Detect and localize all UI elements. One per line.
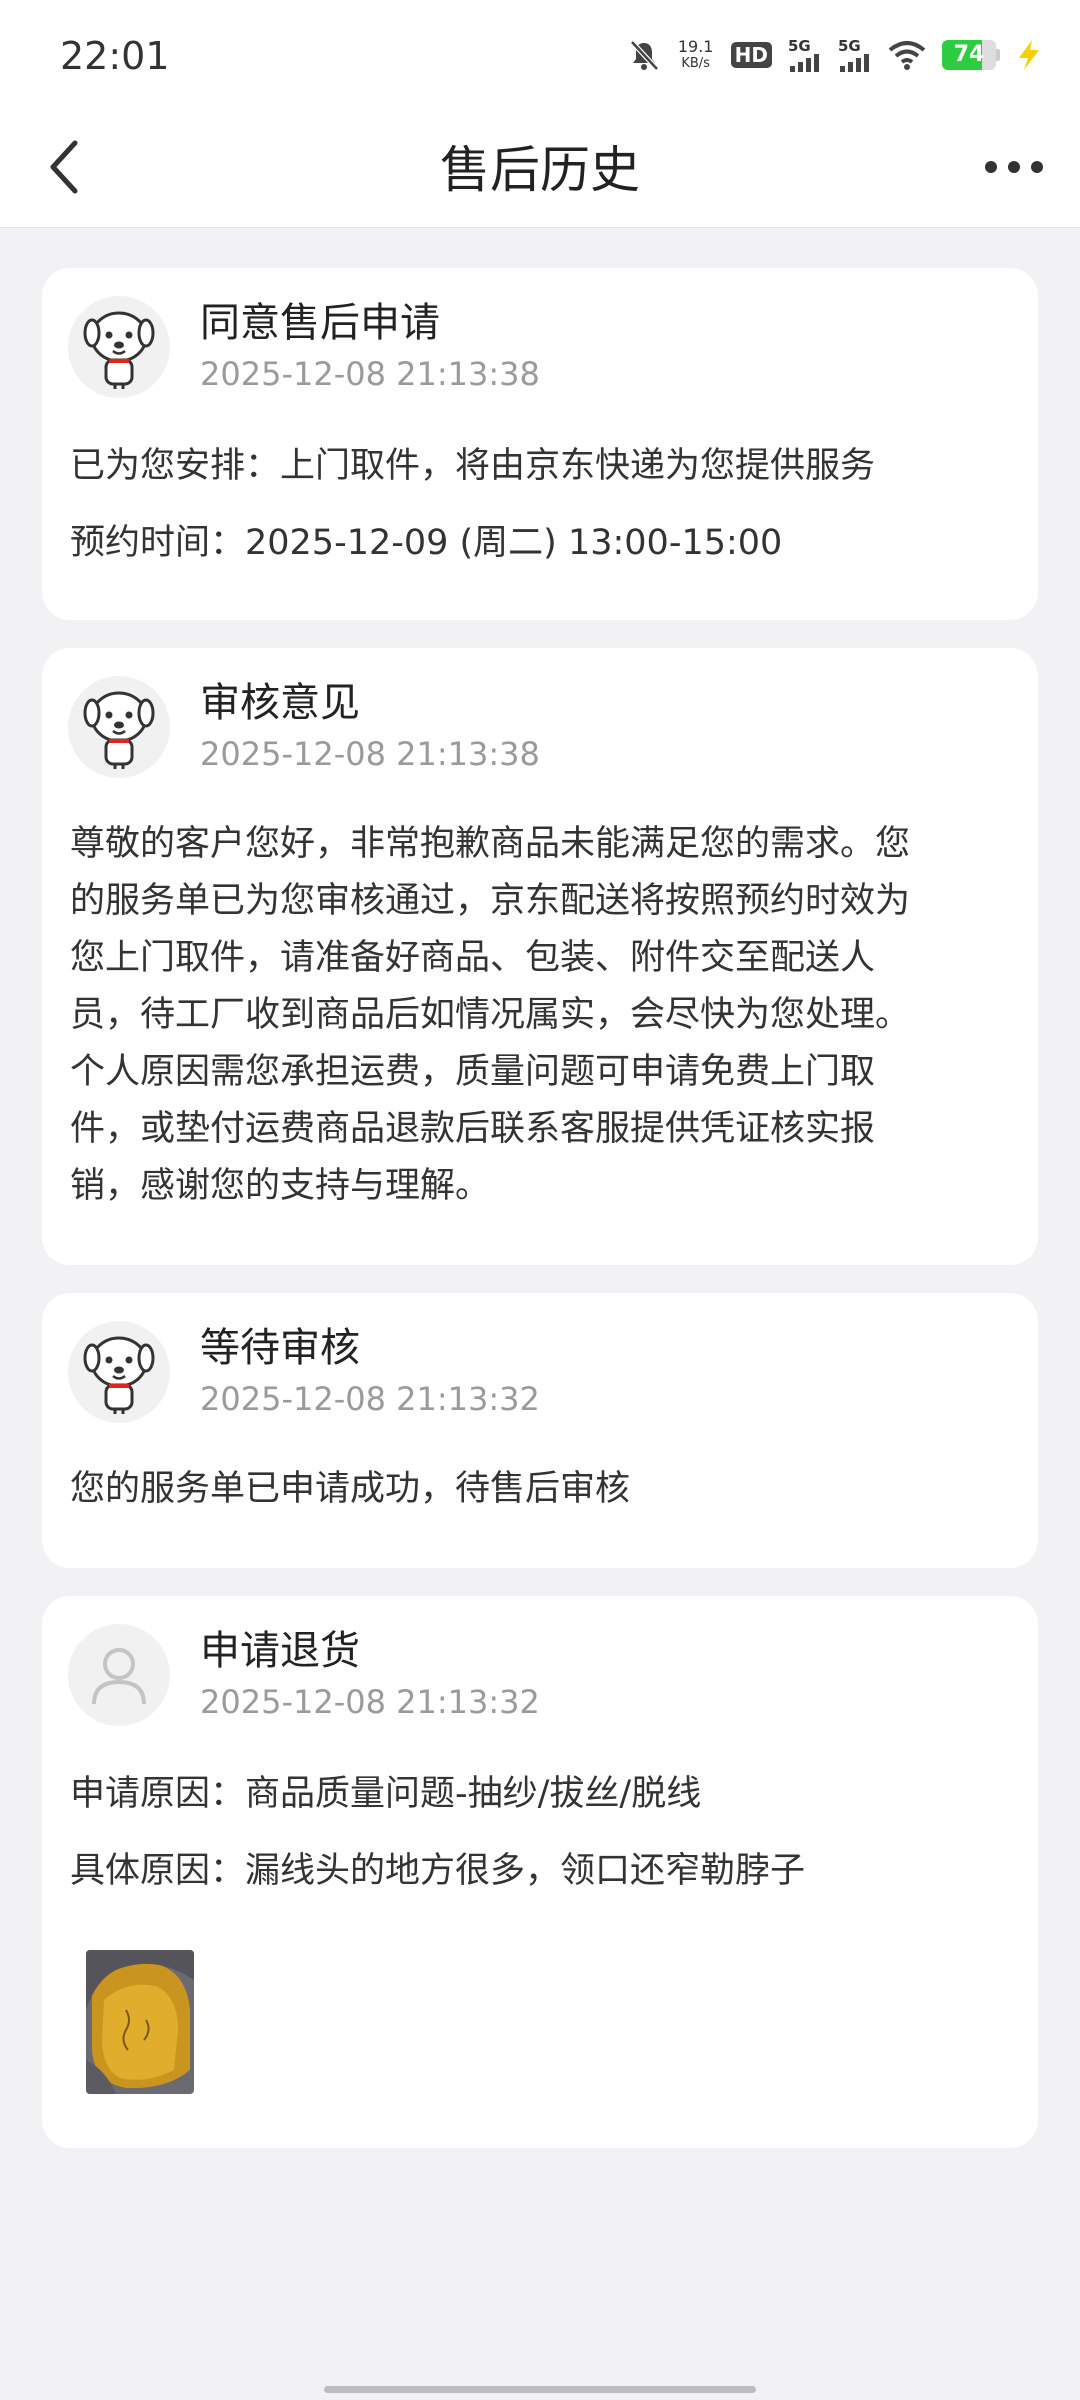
card-time: 2025-12-08 21:13:38	[200, 355, 540, 393]
user-placeholder-avatar	[68, 1624, 170, 1726]
net-speed-value: 19.1	[677, 37, 714, 56]
more-dot	[1031, 161, 1043, 173]
more-button[interactable]	[974, 132, 1054, 202]
card-line: 件，或垫付运费商品退款后联系客服提供凭证核实报	[70, 1109, 876, 1149]
card-title: 审核意见	[200, 680, 360, 726]
history-card: 申请退货 2025-12-08 21:13:32 申请原因：商品质量问题-抽纱/…	[42, 1596, 1038, 2148]
charging-bolt-icon	[1016, 39, 1042, 71]
card-line: 具体原因：漏线头的地方很多，领口还窄勒脖子	[70, 1851, 806, 1891]
card-body: 您的服务单已申请成功，待售后审核	[70, 1461, 1010, 1518]
signal-icon	[840, 53, 869, 72]
card-line: 已为您安排：上门取件，将由京东快递为您提供服务	[70, 446, 876, 486]
jd-mascot-avatar	[68, 296, 170, 398]
card-time: 2025-12-08 21:13:38	[200, 735, 540, 773]
history-card: 同意售后申请 2025-12-08 21:13:38 已为您安排：上门取件，将由…	[42, 268, 1038, 620]
history-card: 审核意见 2025-12-08 21:13:38 尊敬的客户您好，非常抱歉商品未…	[42, 648, 1038, 1265]
card-line: 个人原因需您承担运费，质量问题可申请免费上门取	[70, 1052, 876, 1092]
card-title: 同意售后申请	[200, 300, 440, 346]
card-line: 预约时间：2025-12-09 (周二) 13:00-15:00	[70, 523, 783, 563]
card-line: 您上门取件，请准备好商品、包装、附件交至配送人	[70, 938, 876, 978]
battery-icon: 74	[942, 40, 1000, 70]
card-line: 申请原因：商品质量问题-抽纱/拔丝/脱线	[70, 1774, 702, 1814]
product-photo-thumbnail[interactable]	[86, 1950, 194, 2094]
card-line: 员，待工厂收到商品后如情况属实，会尽快为您处理。	[70, 995, 911, 1035]
nav-bar: 售后历史	[0, 110, 1080, 228]
card-time: 2025-12-08 21:13:32	[200, 1380, 540, 1418]
card-title: 申请退货	[200, 1628, 360, 1674]
history-card: 等待审核 2025-12-08 21:13:32 您的服务单已申请成功，待售后审…	[42, 1293, 1038, 1568]
signal-icon	[790, 53, 819, 72]
home-indicator[interactable]	[324, 2386, 756, 2393]
net-speed: 19.1 KB/s	[677, 38, 715, 72]
battery-tip	[996, 49, 1000, 61]
status-bar: 22:01 19.1 KB/s HD 5G 5G 74	[0, 0, 1080, 110]
card-body: 申请原因：商品质量问题-抽纱/拔丝/脱线 具体原因：漏线头的地方很多，领口还窄勒…	[70, 1766, 1010, 1900]
card-body: 尊敬的客户您好，非常抱歉商品未能满足您的需求。您 的服务单已为您审核通过，京东配…	[70, 816, 1010, 1215]
jd-mascot-avatar	[68, 1321, 170, 1423]
net-speed-unit: KB/s	[681, 56, 710, 71]
card-line: 尊敬的客户您好，非常抱歉商品未能满足您的需求。您	[70, 824, 911, 864]
page-title: 售后历史	[440, 141, 640, 199]
card-line: 您的服务单已申请成功，待售后审核	[70, 1469, 631, 1509]
card-line: 的服务单已为您审核通过，京东配送将按照预约时效为	[70, 881, 911, 921]
sim2-signal: 5G	[838, 36, 872, 72]
battery-body: 74	[942, 40, 996, 70]
sim1-label: 5G	[788, 36, 811, 55]
card-title: 等待审核	[200, 1325, 360, 1371]
card-body: 已为您安排：上门取件，将由京东快递为您提供服务 预约时间：2025-12-09 …	[70, 438, 1010, 572]
status-time: 22:01	[60, 34, 170, 78]
jd-mascot-avatar	[68, 676, 170, 778]
hd-icon: HD	[730, 42, 772, 68]
more-dot	[985, 161, 997, 173]
card-time: 2025-12-08 21:13:32	[200, 1683, 540, 1721]
battery-level: 74	[953, 42, 985, 67]
card-line: 销，感谢您的支持与理解。	[70, 1166, 491, 1206]
wifi-icon	[888, 40, 926, 70]
mute-bell-icon	[627, 38, 661, 72]
sim2-label: 5G	[838, 36, 861, 55]
sim1-signal: 5G	[788, 36, 822, 72]
status-icons: 19.1 KB/s HD 5G 5G 74	[627, 34, 1042, 76]
more-dot	[1008, 161, 1020, 173]
